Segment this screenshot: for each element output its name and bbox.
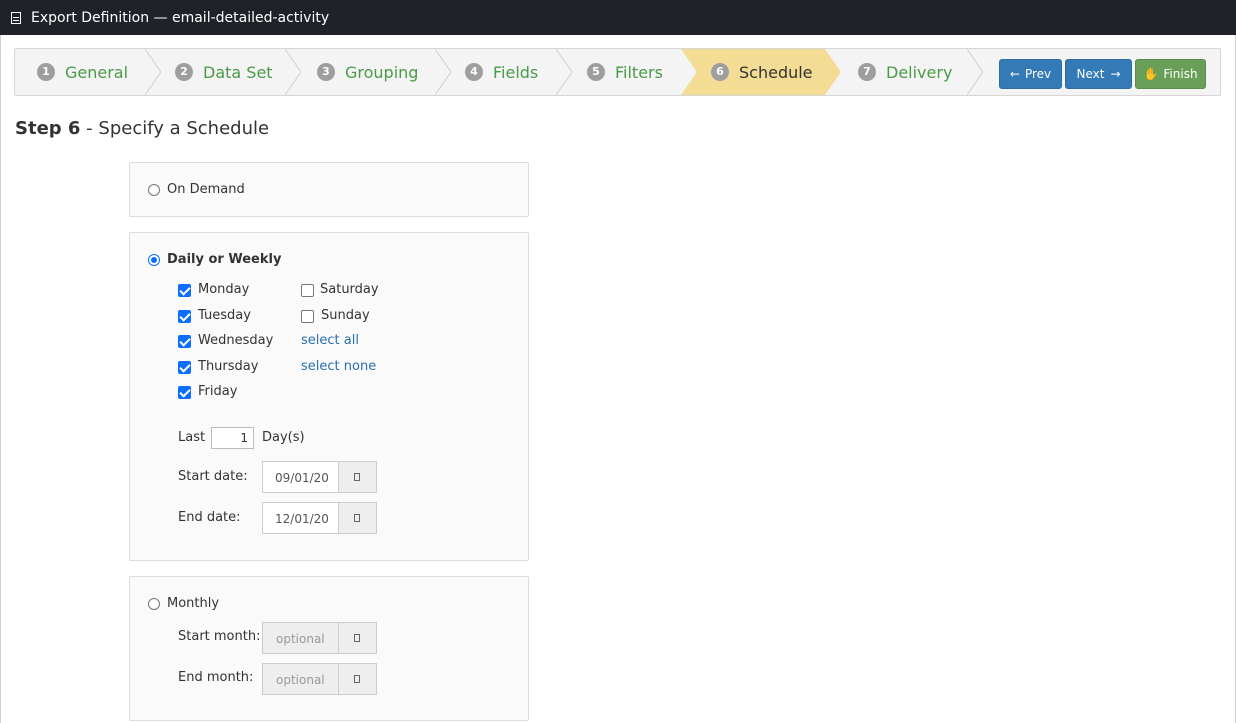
thursday-checkbox[interactable] (178, 361, 191, 374)
wizard-step-fields[interactable]: 4 Fields (465, 49, 538, 95)
step-separator (285, 49, 301, 95)
start-month-label: Start month: (178, 629, 261, 644)
saturday-checkbox[interactable] (301, 284, 314, 297)
daily-weekly-label[interactable]: Daily or Weekly (167, 252, 281, 267)
step-separator (145, 49, 161, 95)
wizard-step-delivery[interactable]: 7 Delivery (858, 49, 952, 95)
tuesday-label[interactable]: Tuesday (198, 308, 251, 323)
monday-checkbox[interactable] (178, 284, 191, 297)
step-number-badge: 1 (37, 63, 55, 81)
step-label: Schedule (739, 62, 813, 82)
next-button[interactable]: Next → (1065, 59, 1132, 89)
select-all-link[interactable]: select all (301, 333, 359, 348)
last-days-input[interactable]: 1 (211, 427, 254, 449)
calendar-icon[interactable] (339, 663, 377, 695)
step-label: Step 6 (15, 118, 81, 139)
calendar-icon[interactable] (339, 502, 377, 534)
thumbs-up-icon: ✋ (1143, 67, 1159, 81)
sunday-checkbox[interactable] (301, 310, 314, 323)
step-label: General (65, 62, 129, 82)
step-number-badge: 3 (317, 63, 335, 81)
prev-label: Prev (1024, 67, 1052, 81)
wizard-step-filters[interactable]: 5 Filters (587, 49, 663, 95)
arrow-left-icon: ← (1009, 67, 1020, 81)
finish-button[interactable]: ✋ Finish (1135, 59, 1206, 89)
window-titlebar: Export Definition — email-detailed-activ… (0, 0, 1236, 35)
monthly-label[interactable]: Monthly (167, 596, 219, 611)
on-demand-label[interactable]: On Demand (167, 182, 245, 197)
daily-weekly-panel: Daily or Weekly Monday Tuesday Wednesday… (129, 232, 529, 561)
wizard-step-grouping[interactable]: 3 Grouping (317, 49, 418, 95)
end-date-input[interactable]: 12/01/20 (262, 502, 339, 534)
wizard-step-data-set[interactable]: 2 Data Set (175, 49, 273, 95)
step-number-badge: 6 (711, 63, 729, 81)
step-label: Data Set (203, 62, 273, 82)
calendar-icon[interactable] (339, 622, 377, 654)
start-date-label: Start date: (178, 469, 248, 484)
start-date-input[interactable]: 09/01/20 (262, 461, 339, 493)
prev-button[interactable]: ← Prev (999, 59, 1062, 89)
finish-label: Finish (1163, 67, 1198, 81)
wednesday-label[interactable]: Wednesday (198, 333, 273, 348)
last-label: Last (178, 430, 206, 445)
step-label: Filters (615, 62, 663, 82)
on-demand-radio[interactable] (148, 184, 160, 196)
end-month-label: End month: (178, 670, 254, 685)
daily-weekly-radio[interactable] (148, 254, 160, 266)
days-unit-label: Day(s) (262, 430, 305, 445)
step-label: Grouping (345, 62, 419, 82)
monthly-panel: Monthly Start month: optional End month:… (129, 576, 529, 721)
sunday-label[interactable]: Sunday (321, 308, 370, 323)
wizard-step-schedule[interactable]: 6 Schedule (711, 49, 813, 95)
tuesday-checkbox[interactable] (178, 310, 191, 323)
friday-checkbox[interactable] (178, 386, 191, 399)
step-number-badge: 4 (465, 63, 483, 81)
step-title: - Specify a Schedule (80, 118, 270, 139)
wednesday-checkbox[interactable] (178, 335, 191, 348)
calendar-icon[interactable] (339, 461, 377, 493)
step-number-badge: 2 (175, 63, 193, 81)
frame-border-left (0, 35, 1, 723)
step-separator (435, 49, 451, 95)
monday-label[interactable]: Monday (198, 282, 249, 297)
friday-label[interactable]: Friday (198, 384, 237, 399)
saturday-label[interactable]: Saturday (320, 282, 379, 297)
page-title: Step 6 - Specify a Schedule (15, 118, 269, 139)
wizard-step-general[interactable]: 1 General (37, 49, 128, 95)
step-number-badge: 7 (858, 63, 876, 81)
next-label: Next (1076, 67, 1105, 81)
window-title: Export Definition — email-detailed-activ… (31, 9, 330, 26)
step-separator (967, 49, 983, 95)
monthly-radio[interactable] (148, 598, 160, 610)
on-demand-panel: On Demand (129, 162, 529, 217)
wizard-steps-bar: 1 General 2 Data Set 3 Grouping 4 Fields… (14, 48, 1221, 96)
step-label: Delivery (886, 62, 953, 82)
start-month-input[interactable]: optional (262, 622, 339, 654)
select-none-link[interactable]: select none (301, 359, 376, 374)
end-date-label: End date: (178, 510, 241, 525)
step-number-badge: 5 (587, 63, 605, 81)
step-separator (556, 49, 572, 95)
step-label: Fields (493, 62, 539, 82)
thursday-label[interactable]: Thursday (198, 359, 258, 374)
arrow-right-icon: → (1110, 67, 1121, 81)
document-icon (11, 11, 21, 24)
end-month-input[interactable]: optional (262, 663, 339, 695)
